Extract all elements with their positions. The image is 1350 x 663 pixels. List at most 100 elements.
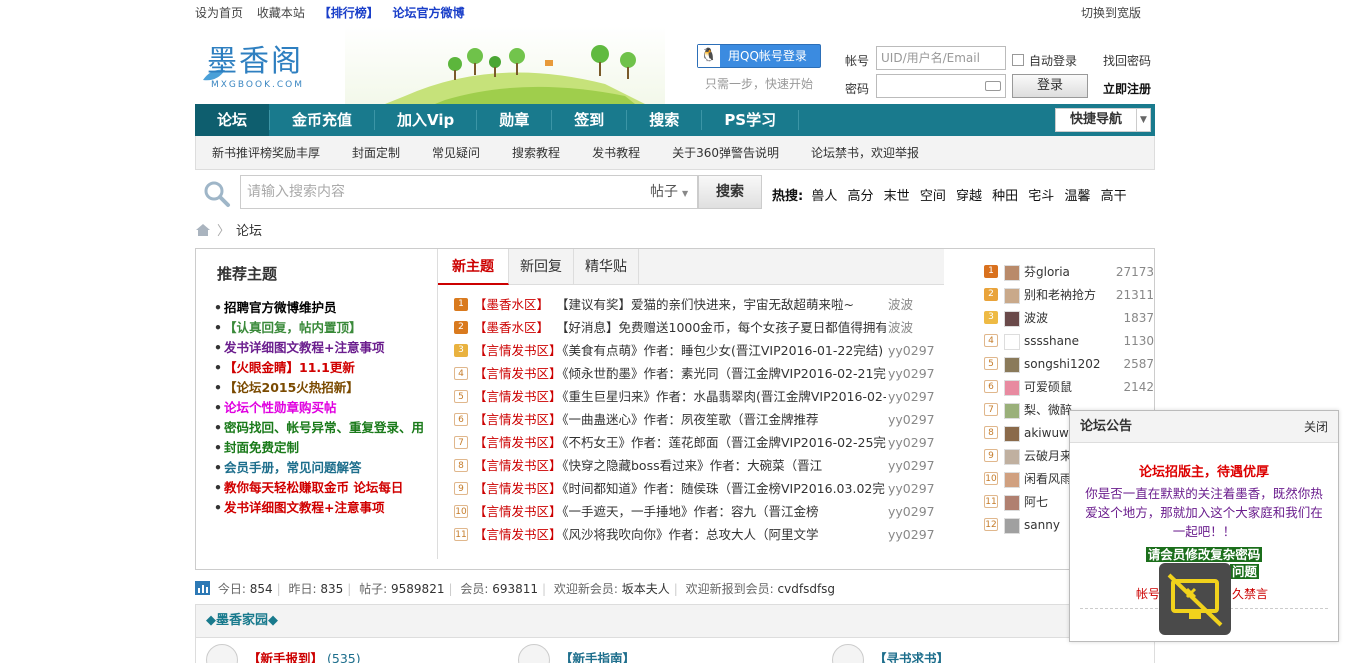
ranking-user-link[interactable]: songshi1202 bbox=[1024, 353, 1101, 376]
hot-search-item[interactable]: 高干 bbox=[1101, 189, 1127, 204]
avatar[interactable] bbox=[1004, 265, 1020, 281]
avatar[interactable] bbox=[1004, 380, 1020, 396]
nav-item-search[interactable]: 搜索 bbox=[627, 104, 701, 136]
thread-author-link[interactable]: yy0297 bbox=[888, 339, 935, 362]
thread-category-link[interactable]: 【言情发书区】 bbox=[474, 477, 562, 500]
recommended-topic-link[interactable]: 【论坛2015火热招新】 bbox=[214, 378, 439, 398]
tab-new-topics[interactable]: 新主题 bbox=[438, 249, 509, 285]
tab-new-replies[interactable]: 新回复 bbox=[509, 249, 574, 285]
notice-highlight-2[interactable]: 问题 bbox=[1230, 564, 1260, 579]
thread-author-link[interactable]: 波波 bbox=[888, 293, 913, 316]
hot-search-item[interactable]: 空间 bbox=[920, 189, 946, 204]
hot-search-item[interactable]: 种田 bbox=[992, 189, 1018, 204]
notice-close-button[interactable]: 关闭 bbox=[1304, 411, 1328, 443]
thread-category-link[interactable]: 【言情发书区】 bbox=[474, 339, 562, 362]
thread-category-link[interactable]: 【言情发书区】 bbox=[474, 523, 562, 546]
thread-category-link[interactable]: 【言情发书区】 bbox=[474, 431, 562, 454]
recommended-topic-link[interactable]: 论坛个性勋章购买帖 bbox=[214, 398, 439, 418]
recommended-topic-link[interactable]: 会员手册，常见问题解答 bbox=[214, 458, 439, 478]
bookmark-link[interactable]: 收藏本站 bbox=[257, 6, 305, 20]
auto-login-checkbox[interactable] bbox=[1012, 54, 1024, 66]
thread-title-link[interactable]: 【好消息】免费赠送1000金币，每个女孩子夏日都值得拥有 bbox=[556, 316, 886, 339]
thread-title-link[interactable]: 《风沙将我吹向你》作者：总攻大人（阿里文学 bbox=[556, 523, 886, 546]
recommended-topic-link[interactable]: 招聘官方微博维护员 bbox=[214, 298, 439, 318]
thread-category-link[interactable]: 【言情发书区】 bbox=[474, 408, 562, 431]
hot-search-item[interactable]: 末世 bbox=[884, 189, 910, 204]
tab-featured[interactable]: 精华贴 bbox=[574, 249, 639, 285]
qq-login-button[interactable]: 🐧 用QQ帐号登录 bbox=[697, 44, 821, 68]
thread-author-link[interactable]: yy0297 bbox=[888, 431, 935, 454]
subnav-item[interactable]: 封面定制 bbox=[336, 136, 416, 170]
notice-headline[interactable]: 论坛招版主，待遇优厚 bbox=[1080, 461, 1328, 480]
account-input[interactable] bbox=[876, 46, 1006, 70]
thread-author-link[interactable]: yy0297 bbox=[888, 454, 935, 477]
nav-item-recharge[interactable]: 金币充值 bbox=[270, 104, 374, 136]
subnav-item[interactable]: 论坛禁书，欢迎举报 bbox=[795, 136, 935, 170]
switch-wide-link[interactable]: 切换到宽版 bbox=[1081, 0, 1141, 26]
hot-search-item[interactable]: 穿越 bbox=[956, 189, 982, 204]
recommended-topic-link[interactable]: 封面免费定制 bbox=[214, 438, 439, 458]
thread-author-link[interactable]: yy0297 bbox=[888, 523, 935, 546]
ranking-user-link[interactable]: sssshane bbox=[1024, 330, 1079, 353]
auto-login-label[interactable]: 自动登录 bbox=[1029, 52, 1077, 69]
quick-nav-button[interactable]: 快捷导航 ▼ bbox=[1055, 108, 1151, 132]
thread-title-link[interactable]: 《一手遮天，一手捶地》作者：容九（晋江金榜 bbox=[556, 500, 886, 523]
thread-category-link[interactable]: 【墨香水区】 bbox=[474, 293, 549, 316]
ranking-user-link[interactable]: 阿七 bbox=[1024, 491, 1048, 514]
thread-title-link[interactable]: 《时间都知道》作者：随侯珠（晋江金榜VIP2016.03.02完 bbox=[556, 477, 886, 500]
subnav-item[interactable]: 新书推评榜奖励丰厚 bbox=[196, 136, 336, 170]
subnav-item[interactable]: 常见疑问 bbox=[416, 136, 496, 170]
subnav-item[interactable]: 发书教程 bbox=[576, 136, 656, 170]
subnav-item[interactable]: 关于360弹警告说明 bbox=[656, 136, 795, 170]
thread-title-link[interactable]: 《倾永世酌墨》作者：素光同（晋江金牌VIP2016-02-21完 bbox=[556, 362, 886, 385]
notice-highlight[interactable]: 请会员修改复杂密码 bbox=[1145, 547, 1263, 562]
thread-title-link[interactable]: 《不朽女王》作者：莲花郎面（晋江金牌VIP2016-02-25完 bbox=[556, 431, 886, 454]
forum-item[interactable]: 【寻书求书】 bbox=[874, 648, 949, 663]
thread-title-link[interactable]: 《美食有点萌》作者：睡包少女(晋江VIP2016-01-22完结) bbox=[556, 339, 886, 362]
ranking-user-link[interactable]: 别和老衲抢方 bbox=[1024, 284, 1096, 307]
avatar[interactable] bbox=[1004, 334, 1020, 350]
new-checkin-member-link[interactable]: cvdfsdfsg bbox=[778, 582, 836, 596]
thread-author-link[interactable]: yy0297 bbox=[888, 385, 935, 408]
forgot-password-link[interactable]: 找回密码 bbox=[1103, 52, 1151, 69]
ranking-user-link[interactable]: 波波 bbox=[1024, 307, 1048, 330]
recommended-topic-link[interactable]: 发书详细图文教程+注意事项 bbox=[214, 498, 439, 518]
nav-item-vip[interactable]: 加入Vip bbox=[375, 104, 476, 136]
ranking-user-link[interactable]: 云破月来 bbox=[1024, 445, 1072, 468]
login-button[interactable]: 登录 bbox=[1012, 74, 1088, 98]
thread-author-link[interactable]: yy0297 bbox=[888, 362, 935, 385]
hot-search-item[interactable]: 高分 bbox=[848, 189, 874, 204]
weibo-link[interactable]: 论坛官方微博 bbox=[393, 6, 465, 20]
thread-title-link[interactable]: 《快穿之隐藏boss看过来》作者：大碗菜（晋江 bbox=[556, 454, 886, 477]
thread-title-link[interactable]: 《重生巨星归来》作者：水晶翡翠肉(晋江金牌VIP2016-02- bbox=[556, 385, 886, 408]
thread-category-link[interactable]: 【言情发书区】 bbox=[474, 500, 562, 523]
thread-category-link[interactable]: 【言情发书区】 bbox=[474, 454, 562, 477]
recommended-topic-link[interactable]: 【认真回复，帖内置顶】 bbox=[214, 318, 439, 338]
avatar[interactable] bbox=[1004, 288, 1020, 304]
avatar[interactable] bbox=[1004, 472, 1020, 488]
thread-title-link[interactable]: 《一曲蛊迷心》作者：夙夜笙歌（晋江金牌推荐 bbox=[556, 408, 886, 431]
avatar[interactable] bbox=[1004, 403, 1020, 419]
recommended-topic-link[interactable]: 发书详细图文教程+注意事项 bbox=[214, 338, 439, 358]
thread-author-link[interactable]: yy0297 bbox=[888, 477, 935, 500]
search-type-select[interactable]: 帖子 ▼ bbox=[648, 175, 698, 209]
nav-item-forum[interactable]: 论坛 bbox=[195, 104, 270, 136]
ranking-user-link[interactable]: 可爱硕鼠 bbox=[1024, 376, 1072, 399]
avatar[interactable] bbox=[1004, 518, 1020, 534]
search-button[interactable]: 搜索 bbox=[698, 175, 762, 209]
forum-item[interactable]: 【新手指南】 bbox=[560, 648, 635, 663]
nav-item-ps[interactable]: PS学习 bbox=[702, 104, 798, 136]
forum-icon[interactable] bbox=[832, 644, 864, 663]
ranking-user-link[interactable]: 闲看风雨 bbox=[1024, 468, 1072, 491]
keyboard-icon[interactable] bbox=[985, 81, 1001, 91]
hot-search-item[interactable]: 兽人 bbox=[811, 189, 837, 204]
hot-search-item[interactable]: 温馨 bbox=[1064, 189, 1090, 204]
forum-icon[interactable] bbox=[206, 644, 238, 663]
avatar[interactable] bbox=[1004, 311, 1020, 327]
register-link[interactable]: 立即注册 bbox=[1103, 80, 1151, 97]
avatar[interactable] bbox=[1004, 426, 1020, 442]
set-home-link[interactable]: 设为首页 bbox=[195, 6, 243, 20]
recommended-topic-link[interactable]: 密码找回、帐号异常、重复登录、用 bbox=[214, 418, 439, 438]
home-icon[interactable] bbox=[195, 223, 211, 237]
nav-item-medal[interactable]: 勋章 bbox=[477, 104, 551, 136]
